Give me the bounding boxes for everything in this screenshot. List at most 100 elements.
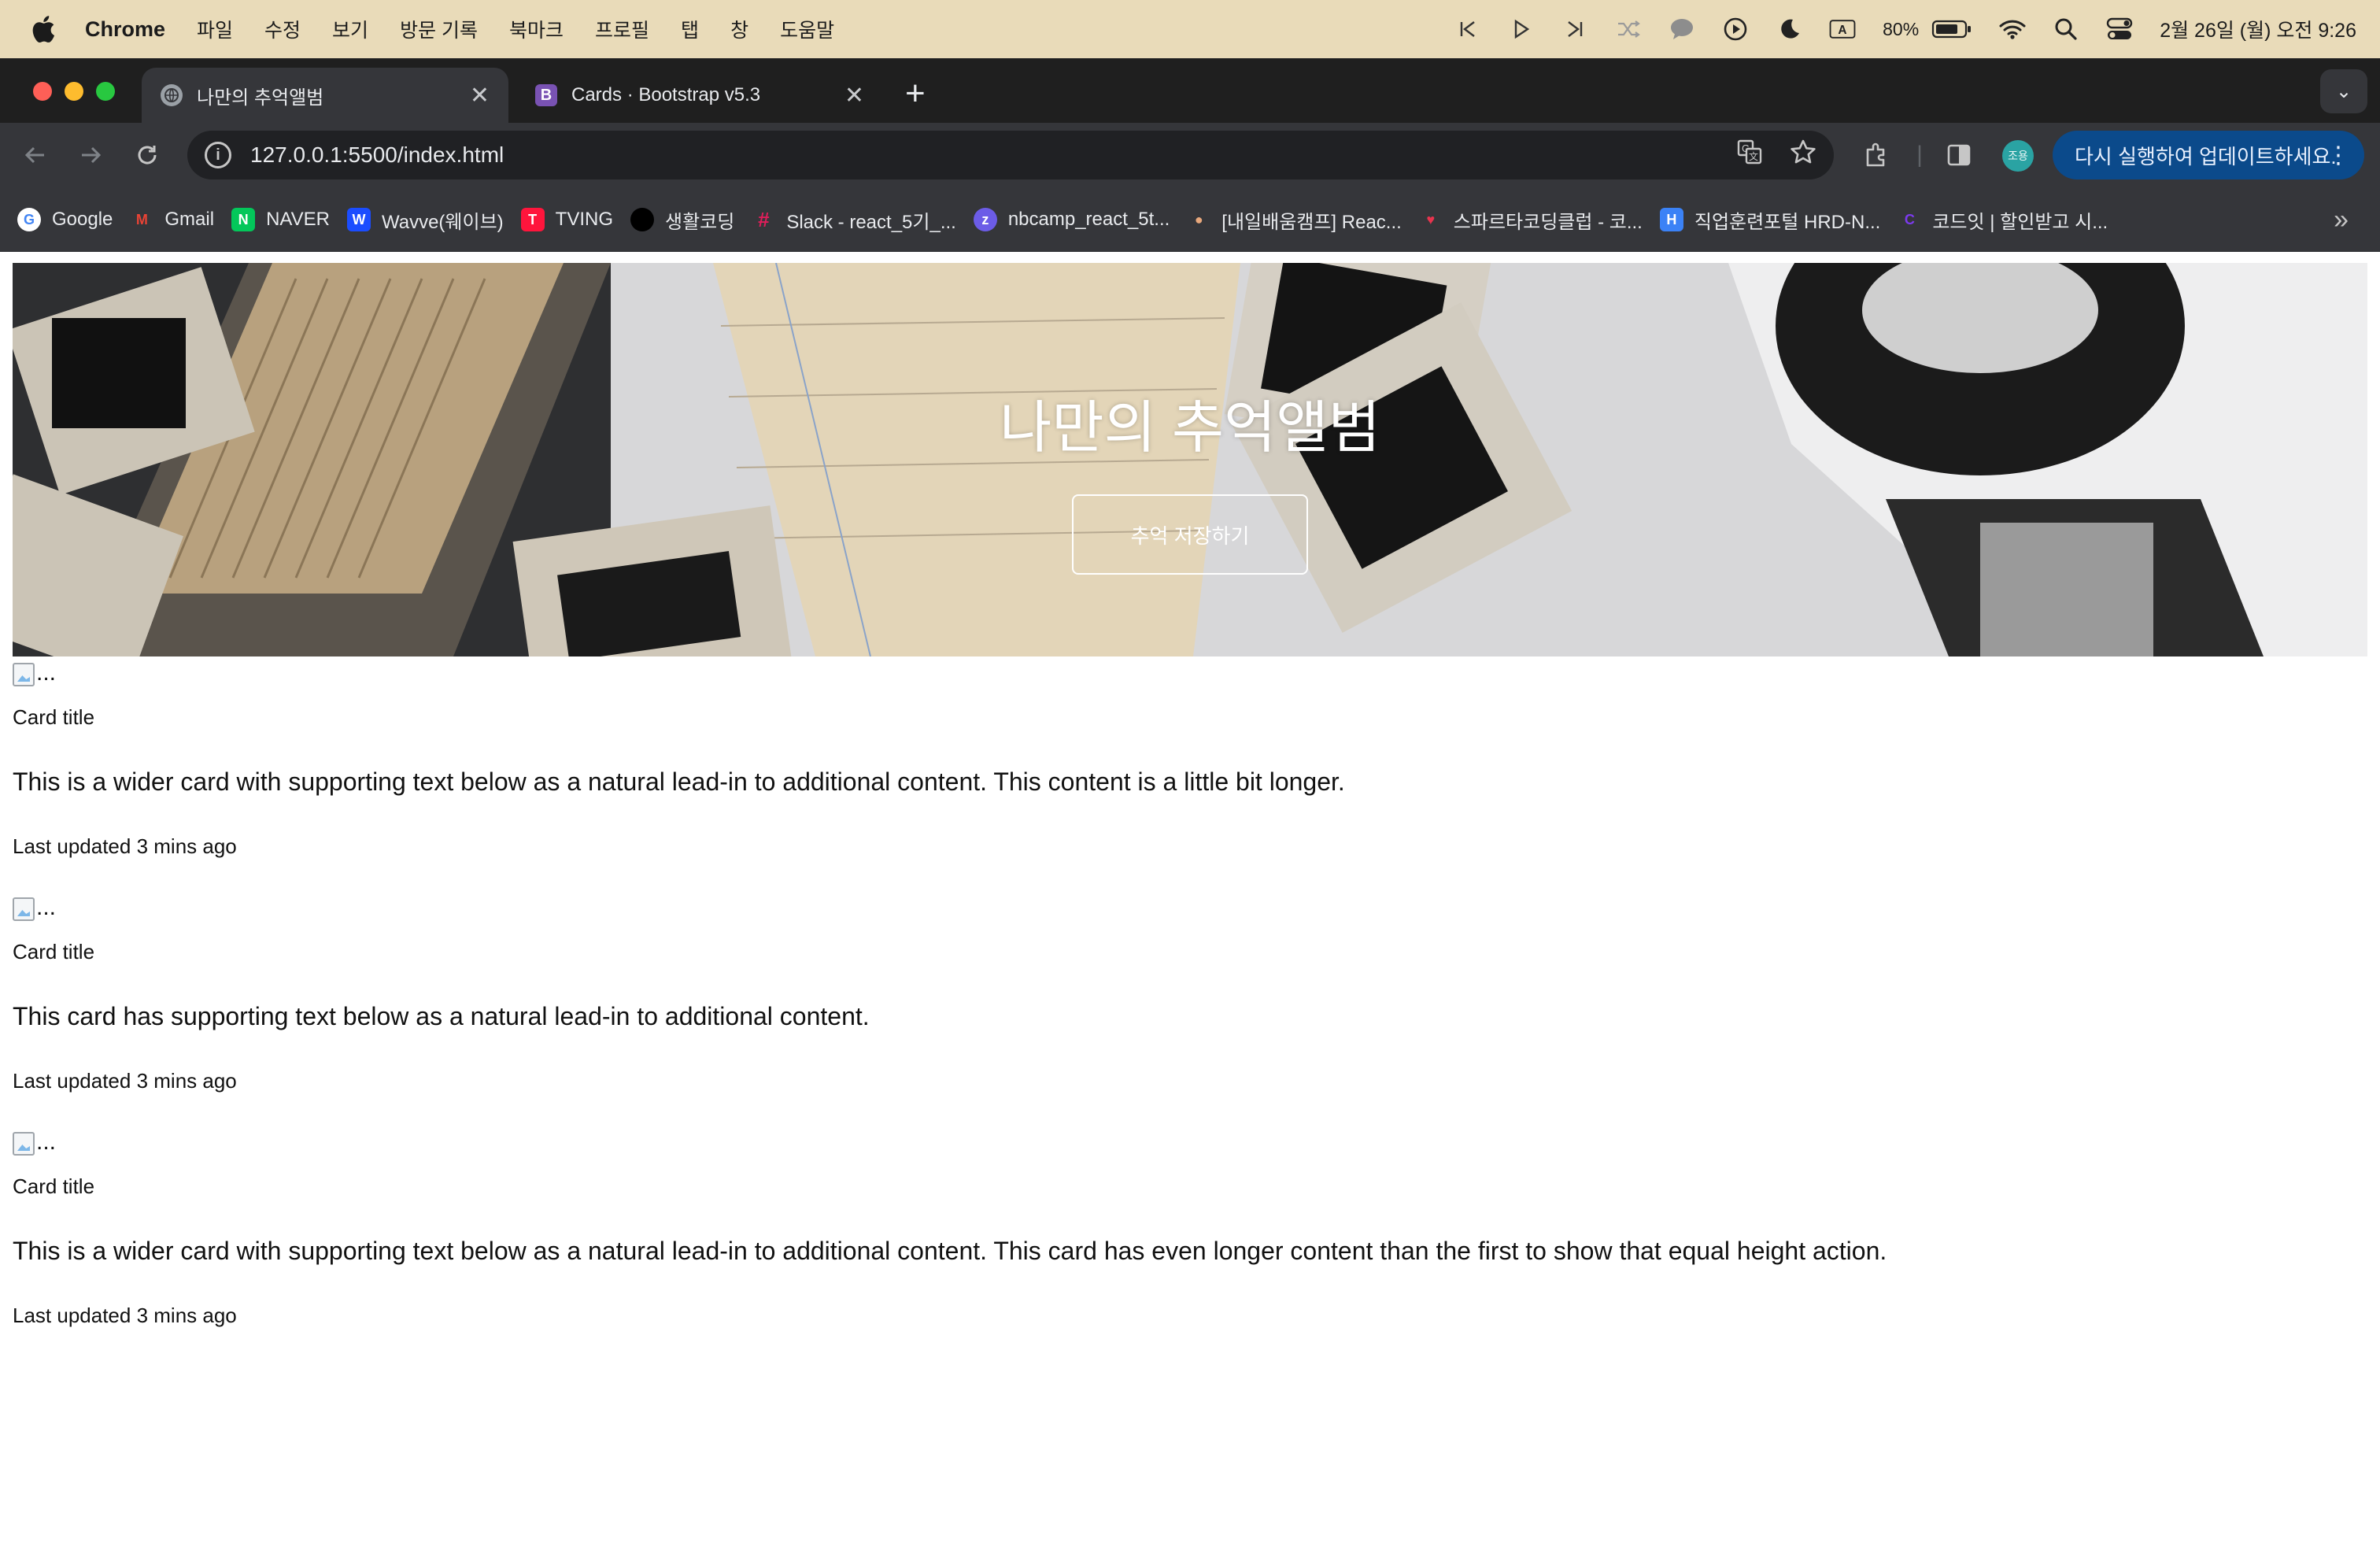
bookmark-gmail[interactable]: M Gmail (130, 208, 214, 231)
input-source-icon[interactable]: A (1829, 16, 1856, 43)
menubar-status-area: A 80% 2월 26일 (월) 오전 9:26 (1454, 0, 2356, 58)
broken-image-icon (13, 663, 35, 686)
wavve-icon: W (346, 208, 371, 231)
search-icon[interactable] (2053, 16, 2079, 43)
close-tab-icon[interactable]: ✕ (470, 82, 490, 109)
moon-icon[interactable] (1776, 16, 1802, 43)
menu-tab[interactable]: 탭 (681, 15, 699, 43)
card-image-broken: ... (13, 890, 2358, 921)
battery-icon[interactable] (1931, 16, 1972, 43)
bookmark-label: 생활코딩 (665, 211, 735, 233)
card-image-alt-text: ... (36, 894, 57, 920)
card-image-broken: ... (13, 655, 2358, 686)
shuffle-icon[interactable] (1615, 16, 1642, 43)
menu-help[interactable]: 도움말 (780, 15, 834, 43)
card-text: This is a wider card with supporting tex… (13, 767, 1345, 796)
browser-toolbar: i 127.0.0.1:5500/index.html G文 | 조용 다시 실… (0, 123, 2380, 187)
extensions-puzzle-icon[interactable] (1862, 140, 1892, 170)
bookmark-hrd[interactable]: H 직업훈련포털 HRD-N... (1659, 206, 1881, 234)
hero-banner: 나만의 추억앨범 추억 저장하기 (13, 263, 2367, 656)
tab-bootstrap-cards[interactable]: B Cards · Bootstrap v5.3 ✕ (516, 68, 883, 123)
minimize-window-button[interactable] (65, 82, 83, 101)
menu-file[interactable]: 파일 (197, 15, 233, 43)
naver-icon: N (231, 208, 256, 231)
reload-icon[interactable] (131, 139, 164, 172)
tab-title: Cards · Bootstrap v5.3 (571, 84, 761, 105)
bookmark-naver[interactable]: N NAVER (231, 208, 330, 231)
apple-logo-icon[interactable] (31, 16, 55, 43)
bookmark-label: 코드잇 | 할인받고 시... (1932, 211, 2108, 233)
card-title: Card title (13, 1174, 95, 1198)
camp-icon: ● (1194, 211, 1203, 227)
card-title: Card title (13, 705, 95, 729)
bookmark-wavve[interactable]: W Wavve(웨이브) (346, 206, 504, 234)
bookmark-label: Gmail (164, 209, 215, 230)
bookmark-sparta[interactable]: ♥ 스파르타코딩클럽 - 코... (1419, 206, 1643, 234)
card-title: Card title (13, 940, 95, 963)
toolbar-divider: | (1916, 142, 1923, 168)
bookmark-label: Slack - react_5기_... (786, 211, 956, 233)
menu-history[interactable]: 방문 기록 (400, 15, 478, 43)
bookmark-nbcamp[interactable]: ● [내일배움캠프] Reac... (1187, 206, 1402, 234)
menubar-clock[interactable]: 2월 26일 (월) 오전 9:26 (2160, 15, 2356, 43)
bookmarks-overflow-chevron-icon[interactable]: » (2334, 205, 2349, 235)
bookmark-label: Wavve(웨이브) (381, 211, 504, 233)
bookmark-tving[interactable]: T TVING (520, 208, 613, 231)
tving-icon: T (520, 208, 545, 231)
zoom-window-button[interactable] (96, 82, 115, 101)
more-vertical-icon[interactable]: ⋮ (2326, 142, 2350, 169)
battery-percent: 80% (1883, 18, 1920, 39)
bookmark-label: nbcamp_react_5t... (1007, 209, 1170, 230)
profile-avatar[interactable]: 조용 (2002, 140, 2034, 172)
update-button-label: 다시 실행하여 업데이트하세요. (2075, 144, 2337, 168)
url-text[interactable]: 127.0.0.1:5500/index.html (250, 142, 504, 168)
control-center-icon[interactable] (2106, 16, 2133, 43)
close-tab-icon[interactable]: ✕ (844, 82, 864, 109)
back-arrow-icon[interactable] (19, 139, 52, 172)
gmail-icon: M (135, 211, 148, 227)
save-memory-button[interactable]: 추억 저장하기 (1072, 494, 1308, 575)
close-window-button[interactable] (33, 82, 52, 101)
card-1: ... Card title This is a wider card with… (13, 655, 2358, 859)
hero-title: 나만의 추억앨범 (1000, 397, 1380, 460)
site-info-icon[interactable]: i (205, 142, 231, 168)
side-panel-icon[interactable] (1944, 140, 1974, 170)
zep-icon: z (973, 208, 997, 231)
bootstrap-icon: B (535, 84, 557, 106)
forward-arrow-icon[interactable] (74, 139, 107, 172)
message-bubble-icon[interactable] (1669, 16, 1695, 43)
bookmark-slack[interactable]: # Slack - react_5기_... (752, 206, 956, 234)
bookmark-opentutorials[interactable]: 생활코딩 (630, 206, 734, 234)
bookmark-label: 직업훈련포털 HRD-N... (1694, 211, 1881, 233)
card-image-alt-text: ... (36, 660, 57, 686)
new-tab-button[interactable]: + (905, 74, 926, 113)
translate-icon[interactable]: G文 (1736, 139, 1763, 172)
play-icon[interactable] (1508, 16, 1535, 43)
menu-window[interactable]: 창 (730, 15, 748, 43)
relaunch-update-button[interactable]: 다시 실행하여 업데이트하세요. ⋮ (2053, 131, 2364, 179)
wifi-icon[interactable] (1999, 16, 2026, 43)
bookmark-zep[interactable]: z nbcamp_react_5t... (973, 208, 1170, 231)
tab-strip: 나만의 추억앨범 ✕ B Cards · Bootstrap v5.3 ✕ + … (0, 58, 2380, 123)
menu-edit[interactable]: 수정 (264, 15, 301, 43)
tab-search-chevron-icon[interactable]: ⌄ (2320, 69, 2367, 113)
google-icon: G (17, 208, 41, 231)
card-updated: Last updated 3 mins ago (13, 834, 237, 858)
play-circle-icon[interactable] (1722, 16, 1749, 43)
card-updated: Last updated 3 mins ago (13, 1304, 237, 1327)
tab-active-memory-album[interactable]: 나만의 추억앨범 ✕ (142, 68, 508, 123)
menu-profiles[interactable]: 프로필 (595, 15, 649, 43)
browser-window-frame: 나만의 추억앨범 ✕ B Cards · Bootstrap v5.3 ✕ + … (0, 58, 2380, 252)
card-2: ... Card title This card has supporting … (13, 890, 2358, 1093)
menu-bookmarks[interactable]: 북마크 (509, 15, 564, 43)
next-track-icon[interactable] (1561, 16, 1588, 43)
bookmark-star-icon[interactable] (1790, 139, 1816, 172)
menu-view[interactable]: 보기 (332, 15, 368, 43)
app-name-menu[interactable]: Chrome (85, 17, 165, 42)
previous-track-icon[interactable] (1454, 16, 1481, 43)
bookmark-codeit[interactable]: C 코드잇 | 할인받고 시... (1898, 206, 2108, 234)
bookmark-label: 스파르타코딩클럽 - 코... (1453, 211, 1643, 233)
hrd-icon: H (1659, 208, 1683, 231)
bookmark-google[interactable]: G Google (17, 208, 113, 231)
address-bar[interactable]: i 127.0.0.1:5500/index.html G文 (187, 131, 1834, 179)
